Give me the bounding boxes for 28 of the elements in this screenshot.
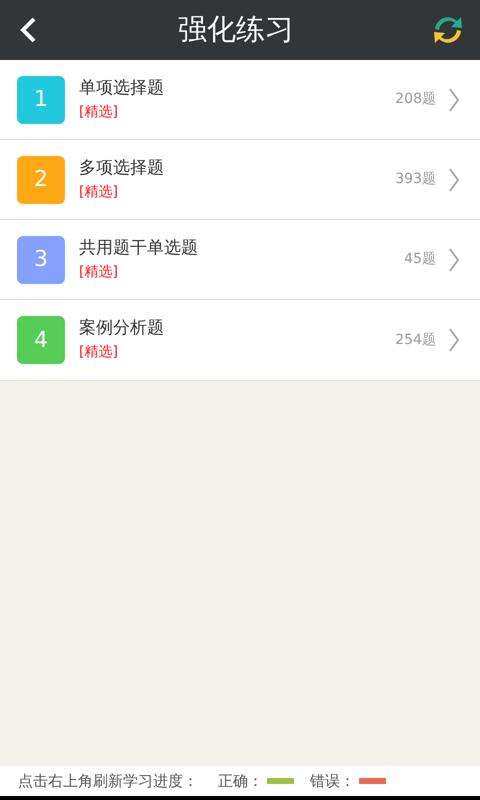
question-count: 45题 bbox=[404, 250, 436, 269]
chevron-icon bbox=[448, 166, 460, 192]
number-badge: 3 bbox=[17, 236, 65, 284]
item-title: 案例分析题 bbox=[79, 317, 165, 340]
chevron-icon bbox=[448, 327, 460, 353]
chevron-icon bbox=[448, 86, 460, 112]
item-title: 单项选择题 bbox=[79, 76, 165, 100]
question-count: 393题 bbox=[395, 170, 436, 189]
featured-tag: [精选] bbox=[79, 180, 396, 204]
featured-tag: [精选] bbox=[79, 340, 396, 364]
question-count: 254题 bbox=[395, 330, 436, 350]
item-title: 多项选择题 bbox=[79, 156, 165, 180]
list-item[interactable]: 3 共用题干单选题 [精选] 45题 bbox=[0, 220, 480, 300]
featured-tag: [精选] bbox=[79, 260, 404, 284]
legend-label: 正确： bbox=[218, 770, 263, 792]
legend-label: 错误： bbox=[310, 770, 355, 792]
number-badge: 2 bbox=[17, 156, 65, 204]
chevron-icon bbox=[448, 246, 460, 272]
number-badge: 1 bbox=[17, 76, 65, 124]
list-item[interactable]: 2 多项选择题 [精选] 393题 bbox=[0, 140, 480, 220]
list-item[interactable]: 1 单项选择题 [精选] 208题 bbox=[0, 60, 480, 140]
question-count: 208题 bbox=[395, 90, 436, 109]
number-badge: 4 bbox=[17, 316, 65, 364]
footer-hint: 点击右上角刷新学习进度： bbox=[18, 770, 198, 792]
list-item[interactable]: 4 案例分析题 [精选] 254题 bbox=[0, 300, 480, 380]
header-title: 强化练习 bbox=[178, 11, 294, 48]
featured-tag: [精选] bbox=[79, 100, 396, 124]
item-title: 共用题干单选题 bbox=[79, 236, 199, 260]
